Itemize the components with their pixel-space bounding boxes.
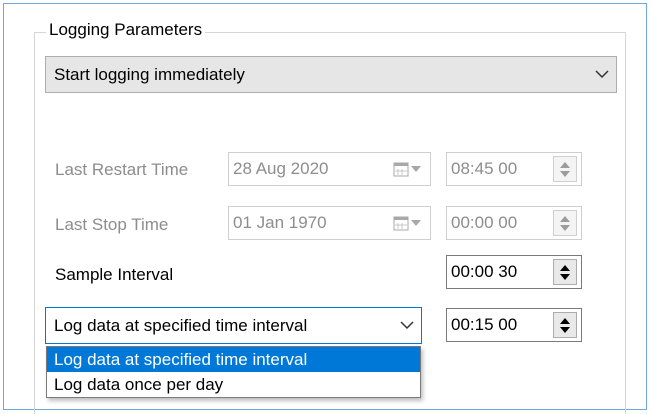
spin-buttons[interactable] xyxy=(553,210,577,236)
spin-up-icon xyxy=(560,161,570,168)
last-restart-time: 08:45 00 xyxy=(451,159,518,178)
spin-down-icon xyxy=(560,224,570,231)
logging-mode-value: Start logging immediately xyxy=(54,64,245,84)
spin-up-icon xyxy=(560,264,570,271)
last-restart-date-picker[interactable]: 28 Aug 2020 xyxy=(228,152,431,186)
group-title: Logging Parameters xyxy=(46,20,206,40)
last-restart-date: 28 Aug 2020 xyxy=(233,159,329,178)
spin-down-icon xyxy=(560,326,570,333)
dropdown-option-once-per-day[interactable]: Log data once per day xyxy=(47,372,420,397)
last-restart-label: Last Restart Time xyxy=(55,160,189,179)
sample-interval-time: 00:00 30 xyxy=(451,262,518,281)
log-mode-dropdown-list: Log data at specified time interval Log … xyxy=(46,346,421,398)
sample-interval-time-spinner[interactable]: 00:00 30 xyxy=(446,255,582,289)
last-stop-date-picker[interactable]: 01 Jan 1970 xyxy=(228,206,431,240)
log-interval-time: 00:15 00 xyxy=(451,315,518,334)
dropdown-option-specified-interval[interactable]: Log data at specified time interval xyxy=(47,347,420,372)
chevron-down-icon xyxy=(588,70,616,79)
calendar-icon[interactable] xyxy=(384,161,430,177)
calendar-icon[interactable] xyxy=(384,215,430,231)
log-interval-time-spinner[interactable]: 00:15 00 xyxy=(446,308,582,342)
last-stop-label: Last Stop Time xyxy=(55,215,169,234)
last-stop-date: 01 Jan 1970 xyxy=(233,213,327,232)
last-restart-time-spinner[interactable]: 08:45 00 xyxy=(446,152,582,186)
last-stop-time-spinner[interactable]: 00:00 00 xyxy=(446,206,582,240)
last-stop-time: 00:00 00 xyxy=(451,213,518,232)
log-mode-dropdown[interactable]: Log data at specified time interval xyxy=(45,307,422,344)
spin-buttons[interactable] xyxy=(553,156,577,182)
spin-up-icon xyxy=(560,317,570,324)
logging-mode-dropdown[interactable]: Start logging immediately xyxy=(45,56,617,93)
chevron-down-icon xyxy=(393,321,421,330)
spin-down-icon xyxy=(560,273,570,280)
sample-interval-label: Sample Interval xyxy=(55,265,174,284)
log-mode-value: Log data at specified time interval xyxy=(54,315,308,335)
spin-buttons[interactable] xyxy=(553,259,577,285)
spin-down-icon xyxy=(560,170,570,177)
spin-up-icon xyxy=(560,215,570,222)
spin-buttons[interactable] xyxy=(553,312,577,338)
